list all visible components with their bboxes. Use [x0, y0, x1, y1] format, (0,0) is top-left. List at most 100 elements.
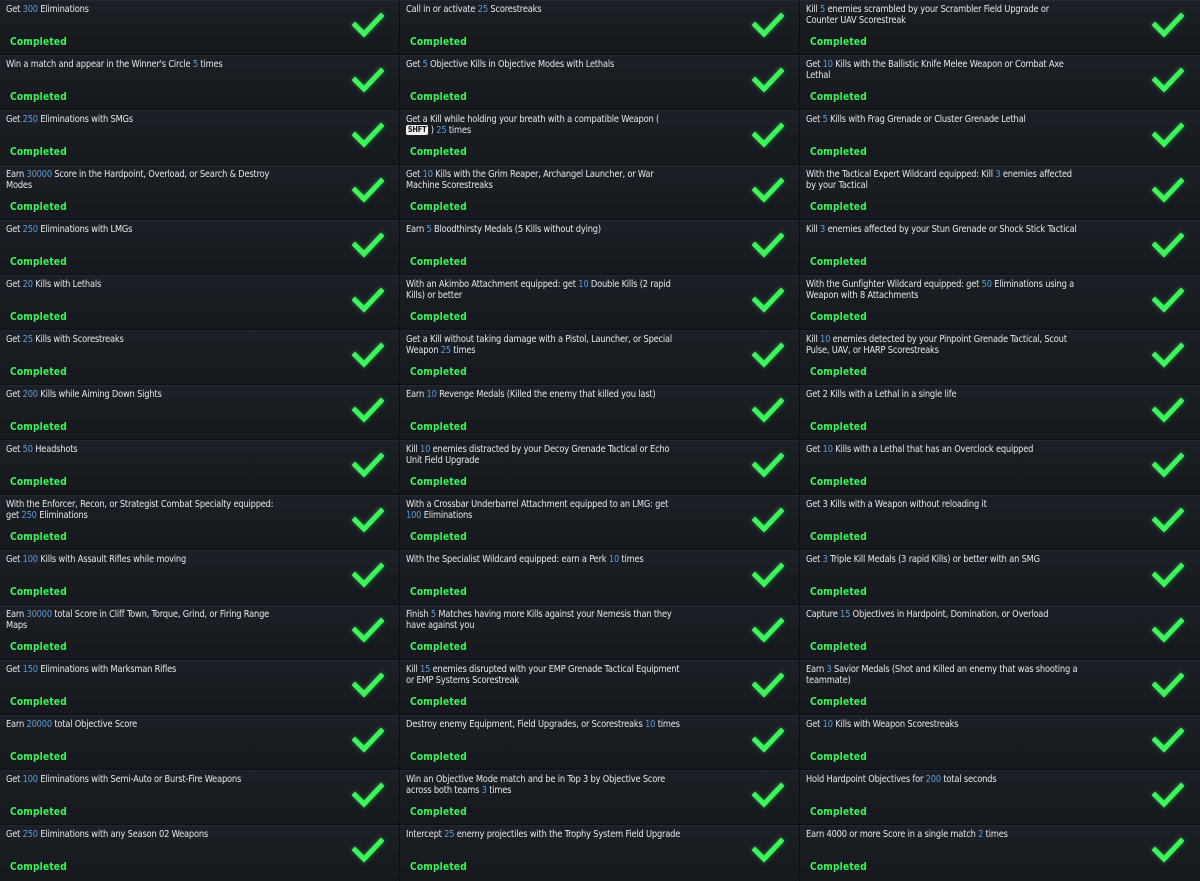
challenge-card[interactable]: Intercept 25 enemy projectiles with the …	[400, 825, 799, 881]
completed-label: Completed	[410, 365, 467, 378]
checkmark-icon	[752, 671, 784, 699]
challenge-card[interactable]: Get 250 Eliminations with LMGs Completed	[0, 220, 399, 274]
checkmark-icon	[1152, 66, 1184, 94]
challenge-card[interactable]: Get 300 Eliminations Completed	[0, 0, 399, 54]
checkmark-icon	[352, 121, 384, 149]
challenge-card[interactable]: Kill 3 enemies affected by your Stun Gre…	[800, 220, 1200, 274]
challenge-card[interactable]: Get 5 Objective Kills in Objective Modes…	[400, 55, 799, 109]
challenge-count: 150	[22, 664, 38, 675]
challenge-count: 30000	[26, 169, 52, 180]
challenge-text: Get a Kill while holding your breath wit…	[406, 114, 659, 125]
challenge-card[interactable]: Get 150 Eliminations with Marksman Rifle…	[0, 660, 399, 714]
challenge-card[interactable]: Get 3 Kills with a Weapon without reload…	[800, 495, 1200, 549]
challenge-card[interactable]: Get 10 Kills with Weapon Scorestreaks Com…	[800, 715, 1200, 769]
challenge-description: Get 250 Eliminations with SMGs	[6, 114, 282, 125]
challenge-card[interactable]: Get 10 Kills with the Ballistic Knife Me…	[800, 55, 1200, 109]
keybind-badge: SHFT	[406, 125, 429, 135]
completed-label: Completed	[10, 365, 67, 378]
challenge-card[interactable]: Get 100 Eliminations with Semi-Auto or B…	[0, 770, 399, 824]
completed-label: Completed	[810, 365, 867, 378]
checkmark-icon	[752, 616, 784, 644]
challenge-card[interactable]: Earn 30000 total Score in Cliff Town, To…	[0, 605, 399, 659]
challenge-text: With the Gunfighter Wildcard equipped: g…	[806, 279, 982, 290]
challenge-text: Get	[806, 59, 823, 70]
checkmark-icon	[752, 121, 784, 149]
challenge-card[interactable]: Get 250 Eliminations with any Season 02 …	[0, 825, 399, 881]
challenge-card[interactable]: With an Akimbo Attachment equipped: get …	[400, 275, 799, 329]
challenge-card[interactable]: Get 200 Kills while Aiming Down Sights Co…	[0, 385, 399, 439]
completed-label: Completed	[10, 695, 67, 708]
challenge-card[interactable]: Call in or activate 25 Scorestreaks Compl…	[400, 0, 799, 54]
challenge-card[interactable]: Get 10 Kills with the Grim Reaper, Archa…	[400, 165, 799, 219]
challenge-card[interactable]: Get 50 Headshots Completed	[0, 440, 399, 494]
challenge-card[interactable]: With the Specialist Wildcard equipped: e…	[400, 550, 799, 604]
completed-label: Completed	[10, 860, 67, 873]
challenge-text: Kill	[806, 4, 821, 15]
challenge-description: Earn 4000 or more Score in a single matc…	[806, 829, 1082, 840]
challenge-card[interactable]: Kill 10 enemies distracted by your Decoy…	[400, 440, 799, 494]
challenge-card[interactable]: Earn 30000 Score in the Hardpoint, Overl…	[0, 165, 399, 219]
challenge-text: total seconds	[940, 774, 997, 785]
challenge-card[interactable]: Kill 10 enemies detected by your Pinpoin…	[800, 330, 1200, 384]
challenge-text: times	[486, 785, 512, 796]
challenge-text: Get	[806, 114, 823, 125]
challenge-description: Win a match and appear in the Winner's C…	[6, 59, 282, 70]
challenge-card[interactable]: With a Crossbar Underbarrel Attachment e…	[400, 495, 799, 549]
challenge-description: With an Akimbo Attachment equipped: get …	[406, 279, 682, 301]
challenge-count: 25	[444, 829, 455, 840]
challenge-card[interactable]: Get a Kill without taking damage with a …	[400, 330, 799, 384]
challenge-description: Get 10 Kills with the Ballistic Knife Me…	[806, 59, 1082, 81]
challenge-card[interactable]: Hold Hardpoint Objectives for 200 total …	[800, 770, 1200, 824]
challenge-text: Eliminations with any Season 02 Weapons	[37, 829, 209, 840]
challenge-card[interactable]: Get 5 Kills with Frag Grenade or Cluster…	[800, 110, 1200, 164]
challenge-card[interactable]: With the Gunfighter Wildcard equipped: g…	[800, 275, 1200, 329]
completed-label: Completed	[410, 805, 467, 818]
challenge-card[interactable]: Get 2 Kills with a Lethal in a single li…	[800, 385, 1200, 439]
challenge-count: 100	[22, 774, 38, 785]
challenge-card[interactable]: Kill 5 enemies scrambled by your Scrambl…	[800, 0, 1200, 54]
checkmark-icon	[752, 11, 784, 39]
challenge-text: Eliminations with Semi-Auto or Burst-Fir…	[37, 774, 242, 785]
challenge-card[interactable]: Get 100 Kills with Assault Rifles while …	[0, 550, 399, 604]
challenge-card[interactable]: Earn 4000 or more Score in a single matc…	[800, 825, 1200, 881]
challenge-card[interactable]: Get 25 Kills with Scorestreaks Completed	[0, 330, 399, 384]
challenge-description: Get a Kill while holding your breath wit…	[406, 114, 682, 136]
challenge-card[interactable]: Get 250 Eliminations with SMGs Completed	[0, 110, 399, 164]
challenge-card[interactable]: Capture 15 Objectives in Hardpoint, Domi…	[800, 605, 1200, 659]
checkmark-icon	[1152, 616, 1184, 644]
challenge-card[interactable]: Destroy enemy Equipment, Field Upgrades,…	[400, 715, 799, 769]
challenge-card[interactable]: Win a match and appear in the Winner's C…	[0, 55, 399, 109]
challenge-text: Eliminations with LMGs	[37, 224, 133, 235]
challenge-card[interactable]: Earn 10 Revenge Medals (Killed the enemy…	[400, 385, 799, 439]
challenge-card[interactable]: With the Tactical Expert Wildcard equipp…	[800, 165, 1200, 219]
challenge-card[interactable]: Earn 3 Savior Medals (Shot and Killed an…	[800, 660, 1200, 714]
challenge-count: 10	[822, 444, 833, 455]
challenge-card[interactable]: With the Enforcer, Recon, or Strategist …	[0, 495, 399, 549]
challenge-text: Get	[6, 279, 23, 290]
challenge-card[interactable]: Get 20 Kills with Lethals Completed	[0, 275, 399, 329]
challenge-description: Kill 3 enemies affected by your Stun Gre…	[806, 224, 1082, 235]
completed-label: Completed	[810, 475, 867, 488]
checkmark-icon	[352, 451, 384, 479]
checkmark-icon	[1152, 121, 1184, 149]
challenge-card[interactable]: Get 3 Triple Kill Medals (3 rapid Kills)…	[800, 550, 1200, 604]
challenge-text: Kills with the Grim Reaper, Archangel La…	[406, 169, 654, 191]
checkmark-icon	[752, 176, 784, 204]
challenge-card[interactable]: Earn 5 Bloodthirsty Medals (5 Kills with…	[400, 220, 799, 274]
challenge-description: With the Gunfighter Wildcard equipped: g…	[806, 279, 1082, 301]
completed-label: Completed	[410, 200, 467, 213]
challenge-description: Get 50 Headshots	[6, 444, 282, 455]
challenge-count: 25	[436, 125, 447, 136]
challenge-count: 250	[21, 510, 37, 521]
challenge-card[interactable]: Get a Kill while holding your breath wit…	[400, 110, 799, 164]
challenge-card[interactable]: Kill 15 enemies disrupted with your EMP …	[400, 660, 799, 714]
challenge-text: With an Akimbo Attachment equipped: get	[406, 279, 579, 290]
completed-label: Completed	[410, 255, 467, 268]
challenge-card[interactable]: Finish 5 Matches having more Kills again…	[400, 605, 799, 659]
challenge-card[interactable]: Win an Objective Mode match and be in To…	[400, 770, 799, 824]
completed-label: Completed	[810, 860, 867, 873]
challenge-card[interactable]: Earn 20000 total Objective Score Complete…	[0, 715, 399, 769]
challenge-description: Earn 30000 total Score in Cliff Town, To…	[6, 609, 282, 631]
challenge-text: Get	[6, 334, 23, 345]
challenge-card[interactable]: Get 10 Kills with a Lethal that has an O…	[800, 440, 1200, 494]
